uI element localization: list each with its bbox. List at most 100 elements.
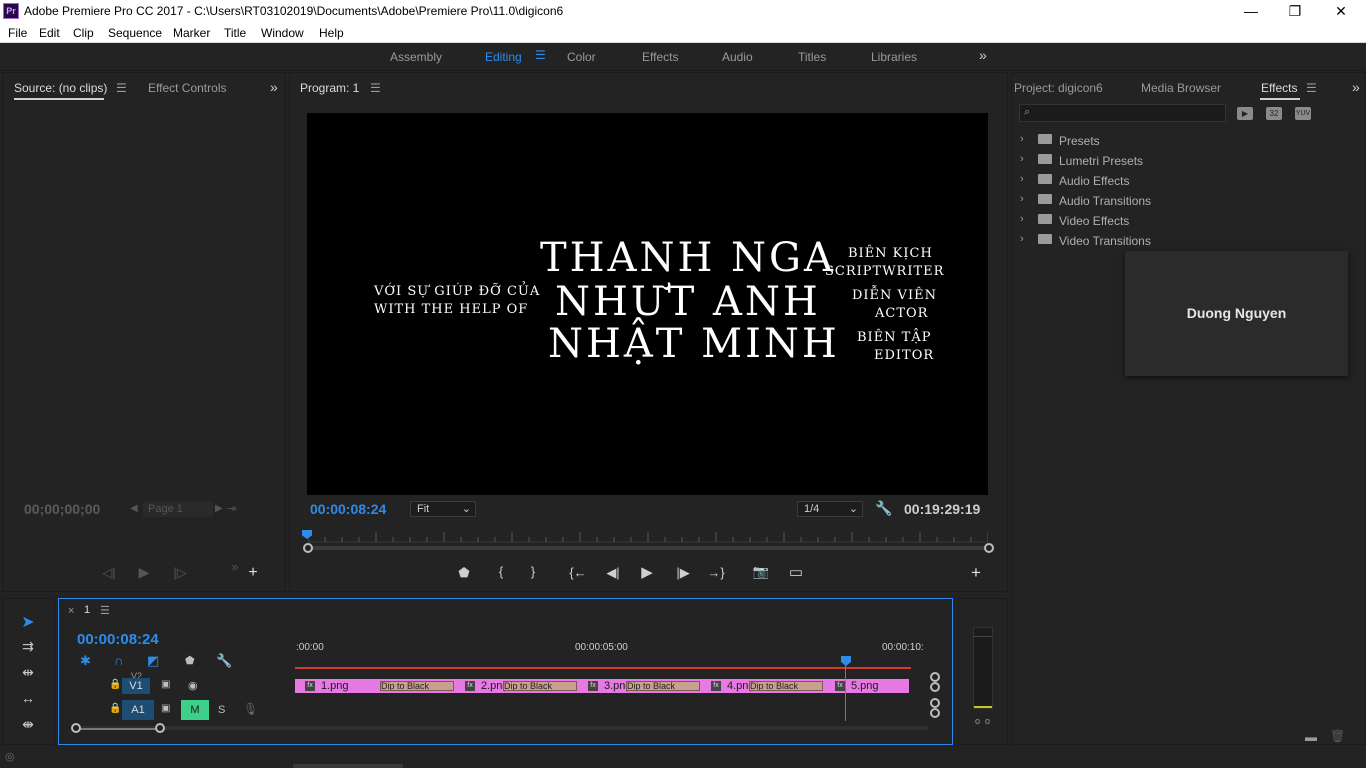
32bit-effects-icon[interactable]: 32 — [1266, 107, 1282, 120]
page-select[interactable]: Page 1 — [143, 501, 213, 517]
eye-icon[interactable]: ◉ — [188, 679, 198, 692]
resolution-dropdown[interactable]: 1/4 ⌄ — [797, 501, 863, 517]
tab-media-browser[interactable]: Media Browser — [1141, 81, 1221, 95]
transition-dip-to-black-2[interactable]: Dip to Black — [503, 681, 577, 691]
close-button[interactable]: ✕ — [1318, 0, 1364, 23]
zoom-handle-left[interactable] — [303, 543, 313, 553]
effects-folder-audio-transitions[interactable]: › Audio Transitions — [1020, 190, 1360, 210]
mute-track-button[interactable]: M — [181, 700, 209, 720]
scroll-handle-right[interactable] — [155, 723, 165, 733]
yuv-effects-icon[interactable]: YUV — [1295, 107, 1311, 120]
menu-help[interactable]: Help — [319, 26, 344, 40]
wrench-icon[interactable]: 🔧 — [875, 500, 892, 517]
add-marker-timeline-icon[interactable]: ◩ — [147, 653, 159, 669]
marker-icon[interactable]: ⬟ — [185, 654, 195, 667]
zoom-scrollbar[interactable] — [308, 546, 988, 550]
workspace-tab-libraries[interactable]: Libraries — [871, 50, 917, 64]
sync-lock-icon[interactable]: ▣ — [161, 679, 170, 690]
track-target-a1[interactable]: A1 — [122, 700, 154, 720]
transition-dip-to-black-4[interactable]: Dip to Black — [749, 681, 823, 691]
workspace-tab-audio[interactable]: Audio — [722, 50, 753, 64]
panel-menu-icon[interactable]: ☰ — [116, 81, 127, 95]
camera-icon[interactable]: 📷 — [751, 564, 771, 580]
program-add-button-icon[interactable]: + — [966, 563, 986, 583]
go-to-out-icon[interactable]: →} — [706, 565, 726, 580]
workspace-tab-effects[interactable]: Effects — [642, 50, 678, 64]
selection-tool-icon[interactable]: ➤ — [17, 612, 39, 632]
page-next-icon[interactable]: ▶ — [215, 503, 223, 514]
solo-left-icon[interactable]: o — [975, 716, 980, 726]
source-step-forward-icon[interactable]: |▷ — [170, 565, 190, 581]
chevron-right-icon[interactable]: › — [1020, 153, 1024, 165]
menu-clip[interactable]: Clip — [73, 26, 94, 40]
step-forward-icon[interactable]: |▶ — [673, 565, 693, 581]
effects-folder-lumetri-presets[interactable]: › Lumetri Presets — [1020, 150, 1360, 170]
ripple-edit-tool-icon[interactable]: ⇹ — [17, 664, 39, 681]
slip-tool-icon[interactable]: ⇼ — [17, 716, 39, 733]
accelerated-effects-icon[interactable]: ▶ — [1237, 107, 1253, 120]
panel-menu-icon[interactable]: ☰ — [1306, 81, 1317, 95]
lock-icon[interactable]: 🔒 — [109, 703, 121, 714]
source-more-icon[interactable]: » — [225, 559, 245, 574]
step-back-icon[interactable]: ◀| — [603, 565, 623, 581]
clip-5[interactable]: 5.png — [851, 679, 901, 693]
track-height-handle[interactable] — [930, 682, 940, 692]
linked-selection-icon[interactable]: ∩ — [114, 653, 123, 668]
clip-3[interactable]: 3.png — [604, 679, 628, 693]
track-height-handle[interactable] — [930, 698, 940, 708]
workspace-tab-titles[interactable]: Titles — [798, 50, 826, 64]
workspace-menu-icon[interactable]: ☰ — [535, 48, 546, 62]
microphone-icon[interactable]: 🎙 — [243, 702, 258, 716]
close-sequence-icon[interactable]: × — [68, 605, 74, 617]
menu-edit[interactable]: Edit — [39, 26, 60, 40]
source-play-icon[interactable]: ▶ — [134, 564, 154, 581]
menu-marker[interactable]: Marker — [173, 26, 210, 40]
track-select-tool-icon[interactable]: ⇉ — [17, 638, 39, 655]
work-area-bar[interactable] — [295, 667, 911, 669]
page-prev-icon[interactable]: ◀ — [130, 503, 138, 514]
workspace-tab-color[interactable]: Color — [567, 50, 596, 64]
scroll-handle-left[interactable] — [71, 723, 81, 733]
program-time-ruler[interactable] — [307, 529, 989, 543]
tab-source[interactable]: Source: (no clips) — [14, 81, 107, 95]
panel-resize-handle[interactable] — [293, 764, 403, 768]
safe-margins-icon[interactable]: ▭ — [786, 563, 806, 581]
panel-overflow-icon[interactable]: » — [270, 79, 278, 95]
chevron-right-icon[interactable]: › — [1020, 173, 1024, 185]
zoom-handle-right[interactable] — [984, 543, 994, 553]
timeline-scrollbar-thumb[interactable] — [76, 728, 162, 730]
effects-search-input[interactable]: ⌕ — [1019, 104, 1226, 122]
track-height-handle[interactable] — [930, 708, 940, 718]
menu-window[interactable]: Window — [261, 26, 304, 40]
tab-effect-controls[interactable]: Effect Controls — [148, 81, 226, 95]
workspace-tab-editing[interactable]: Editing — [485, 50, 522, 64]
timeline-timecode[interactable]: 00:00:08:24 — [77, 631, 159, 648]
panel-menu-icon[interactable]: ☰ — [370, 81, 381, 95]
add-marker-icon[interactable]: ⬟ — [454, 565, 474, 581]
tab-project[interactable]: Project: digicon6 — [1014, 81, 1103, 95]
menu-sequence[interactable]: Sequence — [108, 26, 162, 40]
workspace-tab-assembly[interactable]: Assembly — [390, 50, 442, 64]
wrench-icon[interactable]: 🔧 — [216, 653, 232, 669]
panel-menu-icon[interactable]: ☰ — [100, 604, 110, 617]
go-to-in-icon[interactable]: {← — [568, 565, 588, 580]
trash-icon[interactable]: 🗑 — [1330, 729, 1345, 743]
mark-out-icon[interactable]: } — [523, 564, 543, 579]
minimize-button[interactable]: — — [1228, 0, 1274, 23]
panel-overflow-icon[interactable]: » — [1352, 79, 1360, 95]
snap-icon[interactable]: ✱ — [80, 653, 91, 669]
mark-in-icon[interactable]: { — [491, 564, 511, 579]
menu-title[interactable]: Title — [224, 26, 246, 40]
sequence-tab[interactable]: 1 — [84, 604, 90, 616]
new-bin-icon[interactable]: ▬ — [1305, 730, 1317, 744]
effects-folder-video-transitions[interactable]: › Video Transitions — [1020, 230, 1360, 250]
source-step-back-icon[interactable]: ◁| — [99, 565, 119, 581]
effects-folder-audio-effects[interactable]: › Audio Effects — [1020, 170, 1360, 190]
tab-effects[interactable]: Effects — [1261, 81, 1297, 95]
clip-1[interactable]: 1.png — [321, 679, 379, 693]
play-icon[interactable]: ▶ — [637, 563, 657, 581]
page-end-icon[interactable]: ⇥ — [227, 502, 236, 515]
chevron-right-icon[interactable]: › — [1020, 213, 1024, 225]
source-add-button-icon[interactable]: + — [243, 564, 263, 582]
effects-folder-presets[interactable]: › Presets — [1020, 130, 1360, 150]
